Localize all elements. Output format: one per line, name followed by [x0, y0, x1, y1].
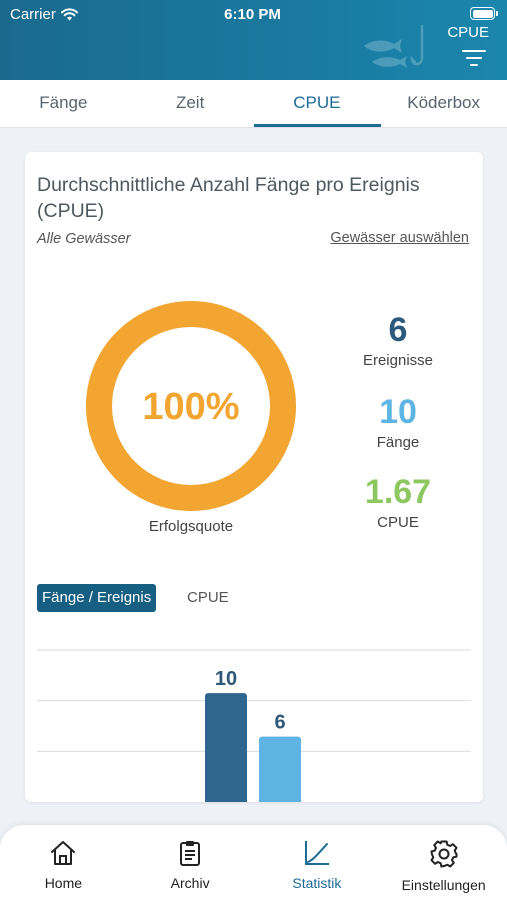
filter-icon: [462, 50, 486, 52]
header-title: CPUE: [447, 24, 489, 41]
success-rate-value: 100%: [142, 386, 240, 428]
filter-icon-line: [470, 64, 478, 66]
scope-label: Alle Gewässer: [37, 231, 131, 247]
bar-chart: 10 6: [37, 649, 471, 802]
status-bar: Carrier 6:10 PM: [10, 6, 498, 24]
tab-faenge[interactable]: Fänge: [0, 80, 127, 128]
nav-einstellungen[interactable]: Einstellungen: [380, 839, 507, 893]
cpue-label: CPUE: [377, 514, 419, 531]
nav-archiv[interactable]: Archiv: [127, 839, 254, 891]
fish-hook-decoration-icon: [364, 24, 424, 68]
nav-archiv-label: Archiv: [170, 875, 210, 891]
bar-fänge: [205, 693, 247, 802]
app-header: Carrier 6:10 PM CPUE: [0, 0, 507, 80]
events-value: 6: [388, 311, 408, 349]
segment-cpue[interactable]: CPUE: [182, 584, 234, 612]
battery-icon: [470, 7, 498, 20]
events-label: Ereignisse: [362, 352, 434, 369]
tab-zeit[interactable]: Zeit: [127, 80, 254, 128]
tab-koederbox[interactable]: Köderbox: [380, 80, 507, 128]
tab-cpue[interactable]: CPUE: [254, 80, 381, 128]
segment-faenge-pro-ereignis[interactable]: Fänge / Ereignis: [37, 584, 157, 612]
cpue-stat: 1.67 CPUE: [343, 472, 453, 531]
status-time: 6:10 PM: [224, 6, 281, 23]
bar-value-label: 6: [274, 712, 285, 734]
nav-home[interactable]: Home: [0, 839, 127, 891]
bar-value-label: 10: [215, 668, 237, 690]
catches-stat: 10 Fänge: [343, 392, 453, 451]
nav-statistik-label: Statistik: [292, 875, 342, 891]
home-icon: [51, 841, 76, 865]
bottom-navigation: Home Archiv Statistik Einstellungen: [0, 825, 507, 900]
cpue-card: Durchschnittliche Anzahl Fänge pro Ereig…: [25, 152, 483, 802]
chart-icon: [304, 841, 329, 865]
tab-active-indicator: [254, 124, 381, 127]
nav-statistik[interactable]: Statistik: [254, 839, 381, 891]
filter-button[interactable]: [462, 48, 486, 68]
nav-home-label: Home: [44, 875, 83, 891]
gear-icon: [430, 840, 458, 868]
choose-water-link[interactable]: Gewässer auswählen: [330, 230, 469, 246]
bar-ereignisse: [259, 736, 301, 802]
tab-bar: Fänge Zeit CPUE Köderbox: [0, 80, 507, 128]
card-title: Durchschnittliche Anzahl Fänge pro Ereig…: [37, 174, 420, 222]
filter-icon-line: [466, 57, 482, 59]
cpue-value: 1.67: [364, 473, 432, 511]
events-stat: 6 Ereignisse: [343, 310, 453, 369]
nav-einstellungen-label: Einstellungen: [401, 877, 486, 893]
success-rate-caption: Erfolgsquote: [148, 518, 234, 535]
clipboard-icon: [180, 841, 201, 866]
catches-label: Fänge: [376, 434, 420, 451]
catches-value: 10: [379, 393, 417, 431]
